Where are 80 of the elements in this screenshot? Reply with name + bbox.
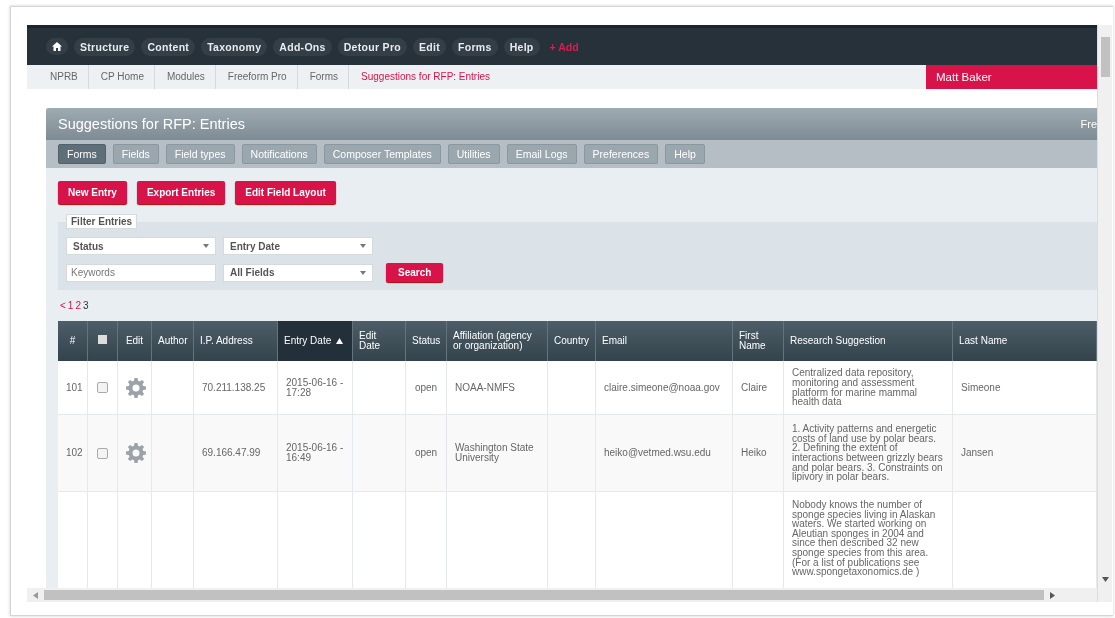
vertical-scrollbar[interactable] [1097,25,1112,602]
nav-menu-item[interactable]: Taxonomy [201,37,268,56]
column-header[interactable]: Author [151,321,194,361]
caret-icon [360,244,366,248]
scroll-down-arrow-icon[interactable] [1101,577,1109,582]
page-link[interactable]: 1 [67,300,74,311]
column-header[interactable]: Entry Date [277,321,353,361]
scroll-right-arrow-icon[interactable] [1050,591,1055,599]
action-button[interactable]: Edit Field Layout [235,181,336,204]
column-header[interactable]: Country [547,321,596,361]
status-select[interactable]: Status [66,237,216,255]
column-header[interactable]: Email [595,321,733,361]
column-header[interactable]: Research Suggestion [783,321,953,361]
settings-icon[interactable] [126,443,146,463]
breadcrumb-link[interactable]: NPRB [41,65,89,89]
action-button[interactable]: New Entry [58,181,127,204]
user-menu[interactable]: Matt Baker [926,65,1097,89]
date-select[interactable]: Entry Date [223,237,373,255]
table-cell: Heiko [741,447,767,459]
table-cell: 70.211.138.25 [202,381,266,393]
column-header[interactable]: Last Name [952,321,1097,361]
row-checkbox[interactable] [97,382,108,393]
breadcrumb-link[interactable]: CP Home [92,65,155,89]
tab[interactable]: Forms [58,144,106,164]
column-header[interactable]: Status [405,321,447,361]
table-cell: claire.simeone@noaa.gov [604,381,720,393]
caret-icon [360,270,366,275]
page-link[interactable]: 2 [75,300,81,311]
field-select[interactable]: All Fields [223,263,373,282]
sort-arrow-icon [336,337,344,344]
table-cell: open [414,381,438,393]
nav-menu-item[interactable]: Edit [413,37,447,56]
page-link[interactable]: 3 [82,300,89,311]
table-cell: 1. Activity patterns and energetic costs of land use by polar bears. 2. Defining the extent of interactions between grizzly bears and polar bears. 3. Constraints on lipivory in polar bears. [792,423,943,483]
action-button[interactable]: Export Entries [136,181,226,204]
filter-legend: Filter Entries [66,214,138,229]
row-checkbox[interactable] [97,447,108,459]
table-cell: Centralized data repository, monitoring and assessment platform for marine mammal health data [792,367,918,408]
settings-icon[interactable] [126,377,146,398]
table-cell: 101 [66,381,83,393]
page-link[interactable]: < [60,300,66,311]
table-cell: NOAA-NMFS [455,381,515,393]
table-cell: 102 [66,447,83,459]
table-cell: Nobody knows the number of sponge species living in Alaskan waters. We started working on Aleutian sponges in 2004 and since then described 32 new sponge species from this area. (For a list of publications see www.spongetaxonomics.de ) [792,499,936,578]
scroll-left-arrow-icon[interactable] [33,591,38,599]
select-all-checkbox[interactable] [98,335,107,345]
nav-menu-item[interactable]: Detour Pro [337,37,407,56]
nav-menu-item[interactable]: Forms [452,37,498,56]
table-cell: Simeone [961,381,1001,393]
column-header[interactable]: I.P. Address [193,321,278,361]
nav-menu-item[interactable]: Content [141,37,196,56]
column-header[interactable]: Edit Date [352,321,406,361]
column-header[interactable]: Affiliation (agency or organization) [446,321,548,361]
scrollbar-thumb[interactable] [44,590,1044,600]
breadcrumb-link[interactable]: Modules [158,65,216,89]
panel-title: Suggestions for RFP: Entries [57,116,245,132]
table-cell: Claire [741,381,768,393]
table-cell: Jansen [961,447,994,459]
column-header[interactable]: Edit [117,321,152,361]
nav-menu-item[interactable]: Structure [74,37,136,56]
breadcrumb-link[interactable]: Forms [301,65,350,89]
keywords-field[interactable]: Keywords [66,263,216,282]
search-button[interactable]: Search [386,263,444,282]
table-cell: open [414,447,438,459]
table-cell: 69.166.47.99 [202,447,261,459]
caret-icon [203,244,209,248]
table-cell: 2015-06-16 - 16:49 [286,442,344,463]
column-header[interactable] [87,321,118,361]
breadcrumb-link[interactable]: Suggestions for RFP: Entries [353,65,500,89]
table-cell: Washington State University [455,442,534,463]
breadcrumb-link[interactable]: Freeform Pro [219,65,298,89]
nav-menu-item[interactable]: Add-Ons [273,37,332,56]
scrollbar-thumb[interactable] [1100,37,1110,77]
column-header[interactable]: First Name [732,321,784,361]
nav-menu-item[interactable]: Help [503,37,540,56]
horizontal-scrollbar[interactable] [27,588,1097,602]
home-icon[interactable] [46,38,68,55]
column-header[interactable]: # [58,321,88,361]
table-cell: 2015-06-16 - 17:28 [286,376,344,398]
table-cell: heiko@vetmed.wsu.edu [604,447,711,459]
